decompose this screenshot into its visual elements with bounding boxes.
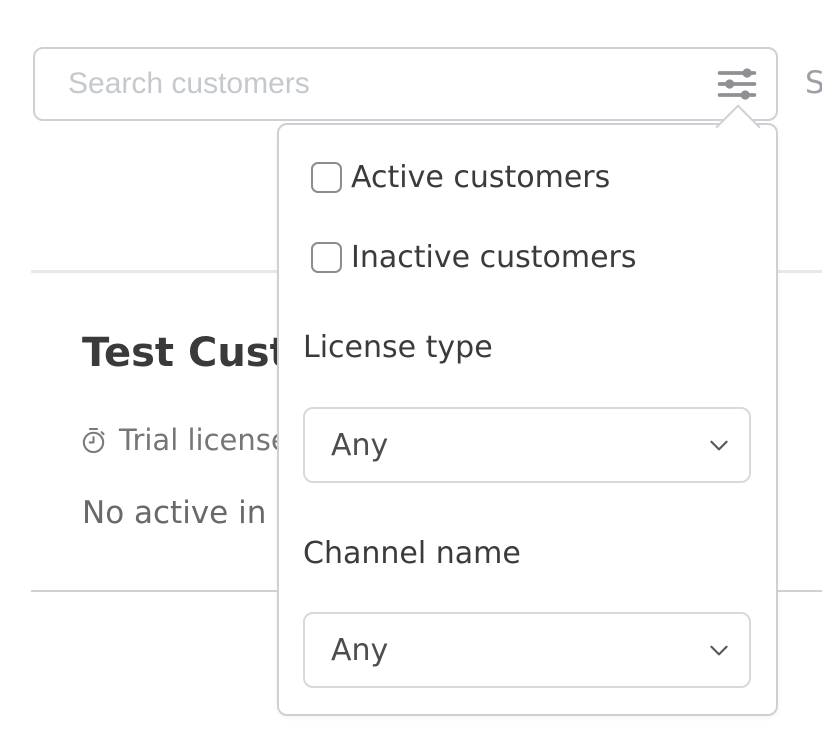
license-badge: Trial license [79,421,289,459]
filter-button[interactable] [710,57,764,111]
inactive-customers-checkbox[interactable] [311,242,342,273]
license-badge-label: Trial license [119,421,289,459]
chevron-down-icon [706,637,732,663]
channel-name-select[interactable]: Any [303,612,751,688]
truncated-right-label: S [805,63,822,103]
timer-icon [79,426,108,455]
channel-name-label: Channel name [303,534,521,574]
license-type-label: License type [303,328,493,368]
license-type-select-value: Any [305,428,388,463]
filter-popover: Active customers Inactive customers Lice… [277,123,778,716]
customers-page: S Test Customer Trial license No active … [0,0,822,756]
chevron-down-icon [706,432,732,458]
active-customers-checkbox[interactable] [311,162,342,193]
customer-status-text: No active in [82,492,266,534]
search-input[interactable] [35,54,776,114]
active-customers-label: Active customers [351,160,610,195]
inactive-customers-checkbox-row[interactable]: Inactive customers [311,240,636,275]
sliders-icon [715,62,759,106]
search-bar [33,47,778,121]
license-type-select[interactable]: Any [303,407,751,483]
active-customers-checkbox-row[interactable]: Active customers [311,160,610,195]
channel-name-select-value: Any [305,633,388,668]
inactive-customers-label: Inactive customers [351,240,636,275]
